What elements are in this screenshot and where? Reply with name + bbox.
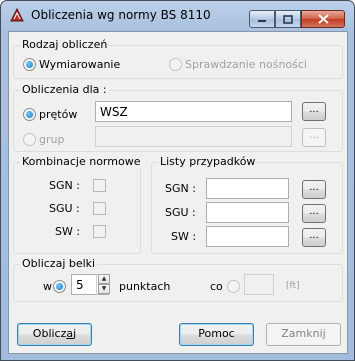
capacity-check-label[interactable]: Sprawdzanie nośności: [185, 58, 307, 71]
list-sgn-input[interactable]: [206, 178, 289, 199]
calc-type-label: Rodzaj obliczeń: [20, 38, 110, 51]
calc-for-label: Obliczenia dla :: [20, 83, 109, 96]
spacing-radio[interactable]: [227, 280, 240, 293]
beam-calc-label: Obliczaj belki: [20, 257, 98, 270]
calculate-label-end: j: [73, 327, 77, 340]
combo-sgu-label: SGU :: [49, 202, 80, 215]
code-combinations-label: Kombinacje normowe: [20, 155, 143, 168]
bars-input[interactable]: [95, 101, 292, 122]
minimize-button[interactable]: [249, 10, 275, 28]
spacing-input[interactable]: [244, 274, 274, 295]
list-sgu-label: SGU :: [165, 206, 196, 219]
groups-radio[interactable]: [23, 133, 36, 146]
combo-sgn-checkbox[interactable]: [93, 179, 106, 192]
list-sgn-label: SGN :: [165, 182, 196, 195]
dialog-window: Obliczenia wg normy BS 8110 Rodzaj oblic…: [0, 0, 355, 361]
design-radio[interactable]: [23, 58, 36, 71]
case-lists-label: Listy przypadków: [158, 155, 258, 168]
list-sgu-browse-button[interactable]: ...: [302, 204, 326, 223]
calculate-button[interactable]: Obliczaj: [17, 323, 92, 346]
spacing-unit-label: [ft]: [286, 281, 300, 291]
points-unit-label: punktach: [119, 280, 171, 293]
calculate-label-start: Oblicz: [32, 327, 67, 340]
maximize-icon: [283, 14, 293, 24]
bars-browse-button[interactable]: ...: [302, 102, 326, 121]
list-sw-label: SW :: [171, 230, 197, 243]
design-label[interactable]: Wymiarowanie: [39, 58, 120, 71]
dialog-body: Rodzaj obliczeń Wymiarowanie Sprawdzanie…: [8, 31, 348, 354]
list-sgn-browse-button[interactable]: ...: [302, 180, 326, 199]
bars-label[interactable]: prętów: [39, 108, 77, 121]
spin-down-icon[interactable]: ▼: [98, 284, 110, 294]
combo-sw-label: SW :: [55, 225, 81, 238]
combo-sgu-checkbox[interactable]: [93, 202, 106, 215]
title-bar[interactable]: Obliczenia wg normy BS 8110: [1, 1, 354, 29]
combo-sw-checkbox[interactable]: [93, 225, 106, 238]
points-spinner[interactable]: ▲ ▼: [96, 274, 110, 295]
help-button[interactable]: Pomoc: [179, 323, 254, 346]
close-button[interactable]: Zamknij: [266, 323, 341, 346]
close-window-button[interactable]: [301, 10, 345, 28]
list-sw-browse-button[interactable]: ...: [302, 228, 326, 247]
combo-sgn-label: SGN :: [49, 179, 80, 192]
groups-input[interactable]: [95, 126, 292, 147]
close-icon: [317, 14, 329, 24]
bars-radio[interactable]: [23, 108, 36, 121]
maximize-button[interactable]: [275, 10, 301, 28]
groups-browse-button[interactable]: ...: [302, 128, 326, 147]
points-prefix-label: w: [43, 280, 52, 293]
list-sgu-input[interactable]: [206, 202, 289, 223]
minimize-icon: [258, 20, 266, 22]
capacity-check-radio[interactable]: [169, 58, 182, 71]
groups-label[interactable]: grup: [39, 133, 64, 146]
list-sw-input[interactable]: [206, 226, 289, 247]
window-title: Obliczenia wg normy BS 8110: [31, 8, 211, 22]
spin-up-icon[interactable]: ▲: [98, 274, 110, 284]
app-icon: [10, 7, 24, 22]
spacing-prefix-label: co: [210, 280, 223, 293]
points-radio[interactable]: [53, 280, 66, 293]
